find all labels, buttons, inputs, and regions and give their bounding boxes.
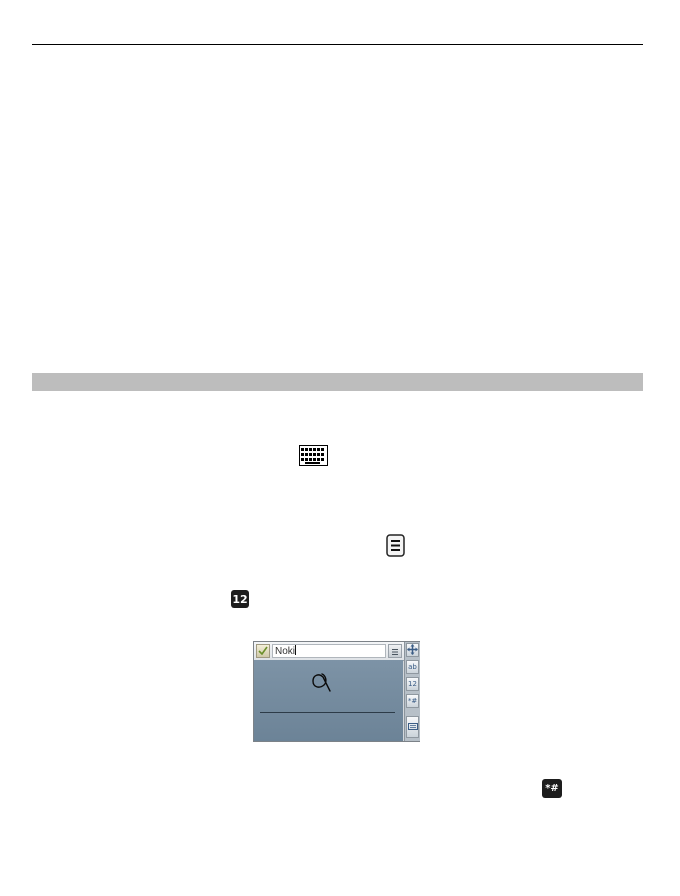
options-menu-icon: [386, 534, 405, 557]
numeric-mode-button[interactable]: 12: [406, 677, 419, 691]
alphabet-mode-label: ab: [408, 662, 417, 671]
handwriting-top-bar: Noki: [254, 642, 404, 661]
special-characters-icon: *#: [542, 779, 562, 798]
handwritten-stroke: [309, 670, 339, 701]
numeric-mode-label: 12: [408, 679, 417, 688]
alphabet-mode-button[interactable]: ab: [406, 660, 419, 674]
text-cursor: [295, 645, 297, 655]
handwriting-canvas[interactable]: [254, 660, 403, 741]
special-characters-button[interactable]: *#: [406, 694, 419, 708]
numeric-mode-label: 12: [232, 592, 248, 606]
accept-button[interactable]: [256, 644, 270, 658]
special-characters-icon-label: *#: [545, 783, 559, 794]
checkmark-icon: [258, 642, 268, 660]
keyboard-icon: [299, 445, 328, 466]
move-panel-button[interactable]: [406, 643, 419, 657]
special-characters-label: *#: [407, 696, 418, 705]
writing-baseline: [260, 712, 395, 713]
keyboard-icon: [407, 722, 418, 732]
mode-button-column: ab 12 *#: [404, 642, 420, 741]
handwriting-input-panel: Noki ab 12 *#: [253, 641, 420, 742]
panel-menu-button[interactable]: [388, 644, 402, 658]
keyboard-switch-button[interactable]: [406, 716, 419, 738]
move-arrows-icon: [407, 643, 418, 657]
handwriting-text-field[interactable]: Noki: [272, 644, 386, 658]
numeric-mode-icon: 12: [231, 590, 249, 608]
header-rule: [32, 44, 643, 45]
text-field-value: Noki: [275, 646, 296, 657]
section-header-bar: [32, 373, 643, 391]
